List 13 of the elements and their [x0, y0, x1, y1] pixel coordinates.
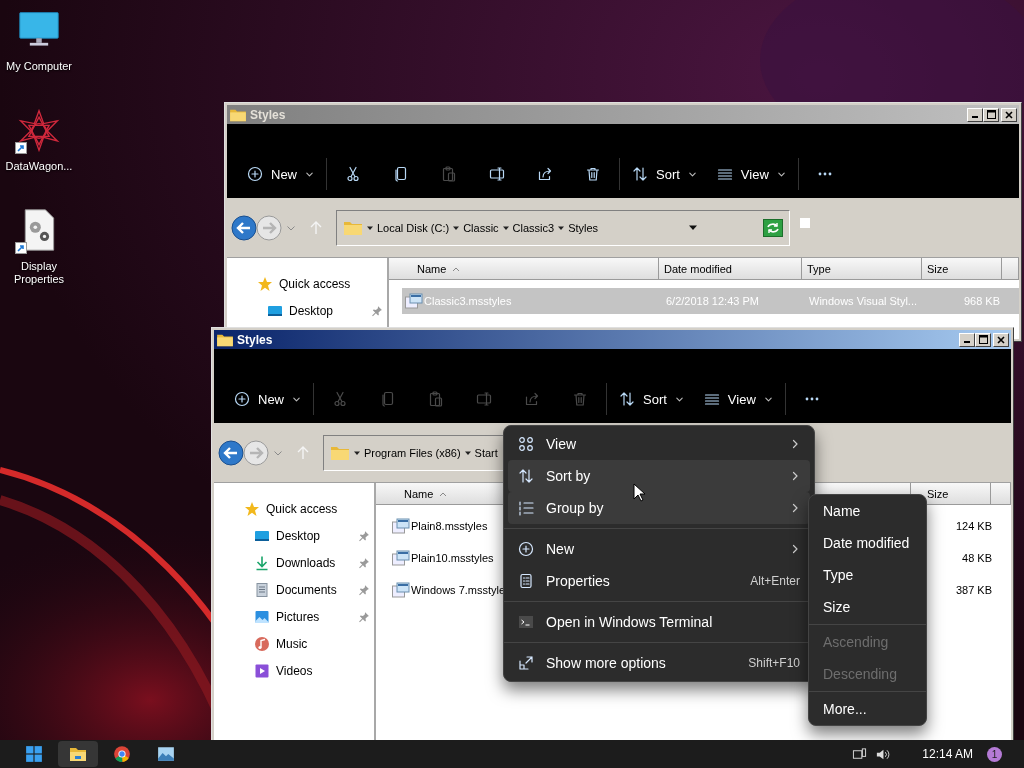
file-type: Windows Visual Styl...: [808, 295, 918, 307]
keyboard-shortcut: Alt+Enter: [750, 574, 800, 588]
window-title: Styles: [237, 332, 273, 347]
file-name: Plain8.msstyles: [411, 520, 488, 532]
file-size: 48 KB: [961, 552, 993, 564]
file-name: Classic3.msstyles: [424, 295, 512, 307]
file-size: 968 KB: [962, 295, 1001, 307]
date-modified: 6/2/2018 12:43 PM: [665, 295, 760, 307]
window-title: Styles: [250, 107, 286, 122]
keyboard-shortcut: Shift+F10: [748, 656, 800, 670]
file-size: 387 KB: [954, 584, 993, 596]
file-size: 124 KB: [954, 520, 993, 532]
file-name: Plain10.msstyles: [411, 552, 494, 564]
